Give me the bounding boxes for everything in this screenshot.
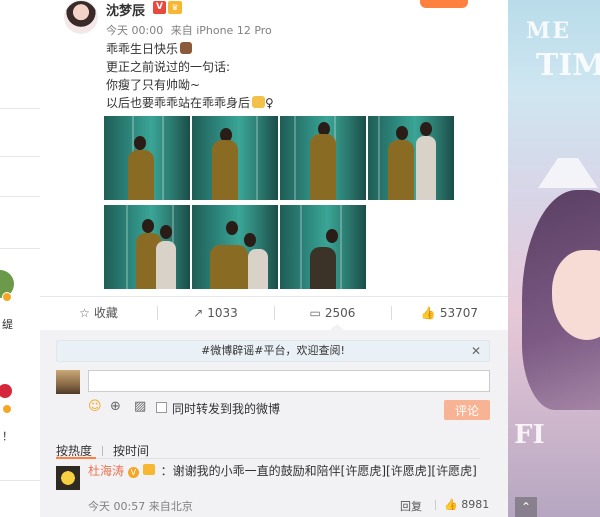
divider <box>56 458 480 459</box>
user-name-link[interactable]: 沈梦辰 <box>106 0 145 19</box>
thumbs-up-icon: 👍 <box>444 498 458 511</box>
tiara-decoration <box>538 148 598 188</box>
comment-count: 2506 <box>324 306 356 320</box>
comment-like-count: 8981 <box>461 498 490 511</box>
post-action-bar: ☆ 收藏 ↗ 1033 ▭ 2506 👍 53707 <box>40 296 508 328</box>
image-icon[interactable]: ▨ <box>134 400 146 414</box>
post-time[interactable]: 今天 00:00 <box>106 24 163 37</box>
comment-text: ：谢谢我的小乖一直的鼓励和陪伴[许愿虎][许愿虎][许愿虎] <box>160 464 477 478</box>
comment-like-button[interactable]: 👍 8981 <box>444 498 489 511</box>
post-line: 乖乖生日快乐 <box>106 42 179 56</box>
vip-level-icon <box>142 464 155 475</box>
red-badge-icon <box>0 384 12 398</box>
comment-source: 来自北京 <box>148 500 193 513</box>
post-photo[interactable] <box>192 116 278 200</box>
post-photo[interactable] <box>104 116 190 200</box>
my-avatar <box>56 370 80 394</box>
divider <box>0 480 40 481</box>
verified-badge-icon <box>2 292 12 302</box>
female-symbol-icon: ♀ <box>265 96 274 110</box>
emoji-icon[interactable]: ☺ <box>88 400 102 414</box>
verified-v-icon: V <box>127 467 139 478</box>
background-decoration: ME TIM FI <box>508 0 600 517</box>
clap-emoji-icon <box>252 96 266 108</box>
divider <box>435 500 436 510</box>
close-icon[interactable]: ✕ <box>471 341 481 361</box>
comment-section: #微博辟谣#平台，欢迎查阅! ✕ ☺ ⊕ ▨ 同时转发到我的微博 评论 按热度 按… <box>40 330 508 517</box>
commenter-name-link[interactable]: 杜海涛 <box>88 464 124 478</box>
post-line: 以后也要乖乖站在乖乖身后 <box>106 96 251 110</box>
comment-input[interactable] <box>88 370 490 392</box>
submit-comment-button[interactable]: 评论 <box>444 400 490 420</box>
comment-icon: ▭ <box>309 306 321 320</box>
comment-item: 杜海涛 V ：谢谢我的小乖一直的鼓励和陪伴[许愿虎][许愿虎][许愿虎] <box>88 462 492 480</box>
forward-count: 1033 <box>207 306 238 320</box>
post-photo[interactable] <box>280 205 366 289</box>
divider <box>0 196 40 197</box>
post-photo[interactable] <box>192 205 278 289</box>
forward-button[interactable]: ↗ 1033 <box>157 297 274 329</box>
comment-meta: 今天 00:57 来自北京 <box>88 498 193 514</box>
decor-lettering: ME <box>526 18 572 44</box>
user-avatar[interactable] <box>64 0 98 34</box>
reply-button[interactable]: 回复 <box>400 498 422 514</box>
commenter-avatar[interactable] <box>56 466 80 490</box>
like-button[interactable]: 👍 53707 <box>391 297 508 329</box>
star-icon: ☆ <box>79 306 90 320</box>
post-line: 你瘦了只有帅呦~ <box>106 78 201 92</box>
weibo-post-card: 沈梦辰 V ♛ 今天 00:00 来自 iPhone 12 Pro 乖乖生日快乐… <box>40 0 508 517</box>
cake-emoji-icon <box>180 42 193 54</box>
left-snippet-text: ！ <box>2 430 13 443</box>
post-photo[interactable] <box>368 116 454 200</box>
post-line: 更正之前说过的一句话: <box>106 60 231 74</box>
left-snippet-text: 缇 <box>2 318 13 331</box>
decor-lettering: TIM <box>536 48 600 83</box>
divider <box>0 108 40 109</box>
rumor-notice-banner[interactable]: #微博辟谣#平台，欢迎查阅! ✕ <box>56 340 490 362</box>
gif-icon[interactable]: ⊕ <box>110 400 121 414</box>
verified-badge-icon <box>2 404 12 414</box>
forward-checkbox-label: 同时转发到我的微博 <box>172 402 281 416</box>
like-count: 53707 <box>439 306 479 320</box>
post-meta: 今天 00:00 来自 iPhone 12 Pro <box>106 22 276 38</box>
divider <box>0 156 40 157</box>
decor-lettering: FI <box>514 420 545 450</box>
tab-sort-hot[interactable]: 按热度 <box>56 444 92 458</box>
chevron-up-icon: ⌃ <box>520 500 532 514</box>
verified-v-icon: V <box>153 1 166 14</box>
thumbs-up-icon: 👍 <box>420 306 436 320</box>
follow-tag[interactable] <box>420 0 468 8</box>
forward-icon: ↗ <box>193 306 204 320</box>
vip-level-icon: ♛ <box>168 1 182 14</box>
divider <box>0 248 40 249</box>
post-content: 乖乖生日快乐 更正之前说过的一句话: 你瘦了只有帅呦~ 以后也要乖乖站在乖乖身后… <box>106 40 274 112</box>
post-source: 来自 iPhone 12 Pro <box>170 24 272 37</box>
left-sidebar-strip: 缇 ！ <box>0 0 40 517</box>
scroll-top-button[interactable]: ⌃ <box>515 497 537 517</box>
tab-sort-time[interactable]: 按时间 <box>113 444 149 458</box>
favorite-button[interactable]: ☆ 收藏 <box>40 297 157 329</box>
post-photo[interactable] <box>280 116 366 200</box>
favorite-label: 收藏 <box>93 306 118 320</box>
active-tab-indicator <box>56 457 96 459</box>
post-photo[interactable] <box>104 205 190 289</box>
forward-checkbox[interactable] <box>156 402 167 413</box>
notice-text: #微博辟谣#平台，欢迎查阅! <box>201 344 345 357</box>
comment-time[interactable]: 今天 00:57 <box>88 500 145 513</box>
